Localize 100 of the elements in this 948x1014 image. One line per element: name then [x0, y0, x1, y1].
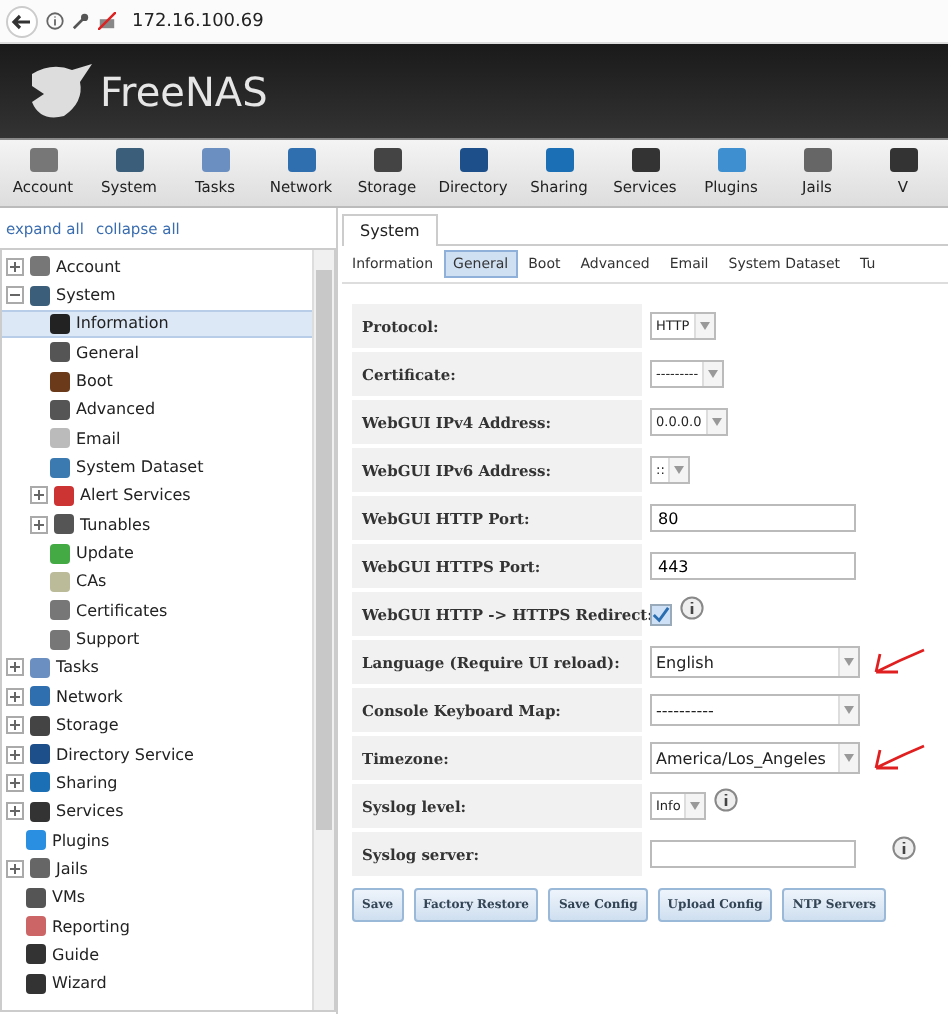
- tree-item[interactable]: Storage: [56, 716, 119, 735]
- input-field[interactable]: 443: [650, 552, 856, 580]
- tree-item[interactable]: Services: [56, 802, 124, 821]
- tree-item[interactable]: System: [56, 286, 116, 305]
- tree-item[interactable]: Reporting: [52, 917, 130, 936]
- dropdown[interactable]: America/Los_Angeles: [650, 742, 860, 774]
- node-icon: [48, 541, 72, 566]
- node-icon: [48, 627, 72, 652]
- node-icon: [28, 283, 52, 308]
- tree-item[interactable]: Network: [56, 687, 123, 706]
- caret-icon: [699, 322, 710, 330]
- node-icon: [28, 254, 52, 279]
- expand-icon[interactable]: [6, 257, 24, 276]
- node-icon: [52, 512, 76, 537]
- tile-icon: [543, 144, 575, 176]
- tree-item[interactable]: Directory Service: [56, 745, 194, 764]
- expand-icon[interactable]: [30, 515, 48, 534]
- expand-icon[interactable]: [6, 658, 24, 677]
- dropdown[interactable]: English: [650, 646, 860, 678]
- node-icon: [24, 942, 48, 967]
- tree-item[interactable]: Tunables: [80, 515, 151, 534]
- node-icon: [52, 483, 76, 508]
- info-icon[interactable]: [680, 596, 704, 620]
- node-icon: [48, 598, 72, 623]
- checkbox[interactable]: [650, 603, 672, 625]
- input-field[interactable]: [650, 840, 856, 868]
- node-icon: [24, 828, 48, 853]
- input-field[interactable]: 80: [650, 504, 856, 532]
- tree-item[interactable]: General: [76, 343, 140, 362]
- expand-icon[interactable]: [6, 716, 24, 735]
- tile-icon: [27, 144, 59, 176]
- tree-item[interactable]: Information: [76, 314, 169, 333]
- tree-item[interactable]: Account: [56, 257, 121, 276]
- node-icon: [48, 426, 72, 451]
- node-icon: [28, 713, 52, 738]
- expand-icon[interactable]: [6, 687, 24, 706]
- tree-item[interactable]: Boot: [76, 372, 113, 391]
- node-icon: [28, 742, 52, 767]
- tree-item[interactable]: System Dataset: [76, 458, 204, 477]
- tree-item[interactable]: Jails: [56, 859, 88, 878]
- expand-icon[interactable]: [6, 745, 24, 764]
- node-icon: [28, 799, 52, 824]
- node-icon: [28, 655, 52, 680]
- tree-item[interactable]: Email: [76, 429, 121, 448]
- expand-icon[interactable]: [30, 486, 48, 505]
- tile-icon: [371, 144, 403, 176]
- tile-icon: [715, 144, 747, 176]
- url-text[interactable]: 172.16.100.69: [132, 11, 264, 31]
- key-icon: [72, 12, 90, 30]
- selected-tree-row[interactable]: Information: [2, 309, 312, 339]
- expand-icon[interactable]: [6, 773, 24, 792]
- caret-icon: [844, 706, 854, 714]
- main-tab[interactable]: System: [342, 214, 438, 246]
- node-icon: [48, 340, 72, 365]
- caret-icon: [674, 466, 685, 474]
- info-icon[interactable]: [892, 836, 916, 860]
- tile-icon: [801, 144, 833, 176]
- tree-item[interactable]: Advanced: [76, 400, 156, 419]
- info-icon[interactable]: [714, 788, 739, 812]
- tree-item[interactable]: VMs: [52, 888, 86, 907]
- tile-icon: [887, 144, 919, 176]
- tree-item[interactable]: Certificates: [76, 601, 168, 620]
- tile-icon: [629, 144, 661, 176]
- tree-item[interactable]: CAs: [76, 572, 107, 591]
- node-icon: [24, 971, 48, 996]
- info-icon[interactable]: [46, 12, 64, 30]
- tree-item[interactable]: Update: [76, 544, 134, 563]
- tree-item[interactable]: Plugins: [52, 831, 110, 850]
- node-icon: [28, 856, 52, 881]
- node-icon: [24, 914, 48, 939]
- node-icon: [48, 455, 72, 480]
- node-icon: [48, 397, 72, 422]
- caret-icon: [844, 658, 854, 666]
- node-icon: [28, 684, 52, 709]
- node-icon: [24, 885, 48, 910]
- expand-icon[interactable]: [6, 802, 24, 821]
- caret-icon: [844, 754, 854, 762]
- node-icon: [48, 369, 72, 394]
- expand-icon[interactable]: [6, 859, 24, 878]
- dropdown[interactable]: ----------: [650, 694, 860, 726]
- caret-icon: [708, 370, 719, 378]
- collapse-icon[interactable]: [6, 286, 24, 305]
- back-icon[interactable]: [6, 5, 38, 37]
- tree-item[interactable]: Support: [76, 630, 140, 649]
- logo-text: FreeNAS: [100, 67, 268, 115]
- node-icon: [48, 569, 72, 594]
- tree-item[interactable]: Wizard: [52, 974, 107, 993]
- tree-item[interactable]: Alert Services: [80, 486, 191, 505]
- node-icon: [28, 770, 52, 795]
- caret-icon: [690, 802, 701, 810]
- lock-icon: [98, 12, 116, 30]
- tile-icon: [285, 144, 317, 176]
- tree-item[interactable]: Tasks: [56, 658, 99, 677]
- scrollbar[interactable]: [312, 250, 334, 1010]
- node-icon: [48, 311, 72, 336]
- tile-icon: [113, 144, 145, 176]
- tile-icon: [199, 144, 231, 176]
- tree-item[interactable]: Sharing: [56, 773, 118, 792]
- tile-icon: [457, 144, 489, 176]
- tree-item[interactable]: Guide: [52, 945, 99, 964]
